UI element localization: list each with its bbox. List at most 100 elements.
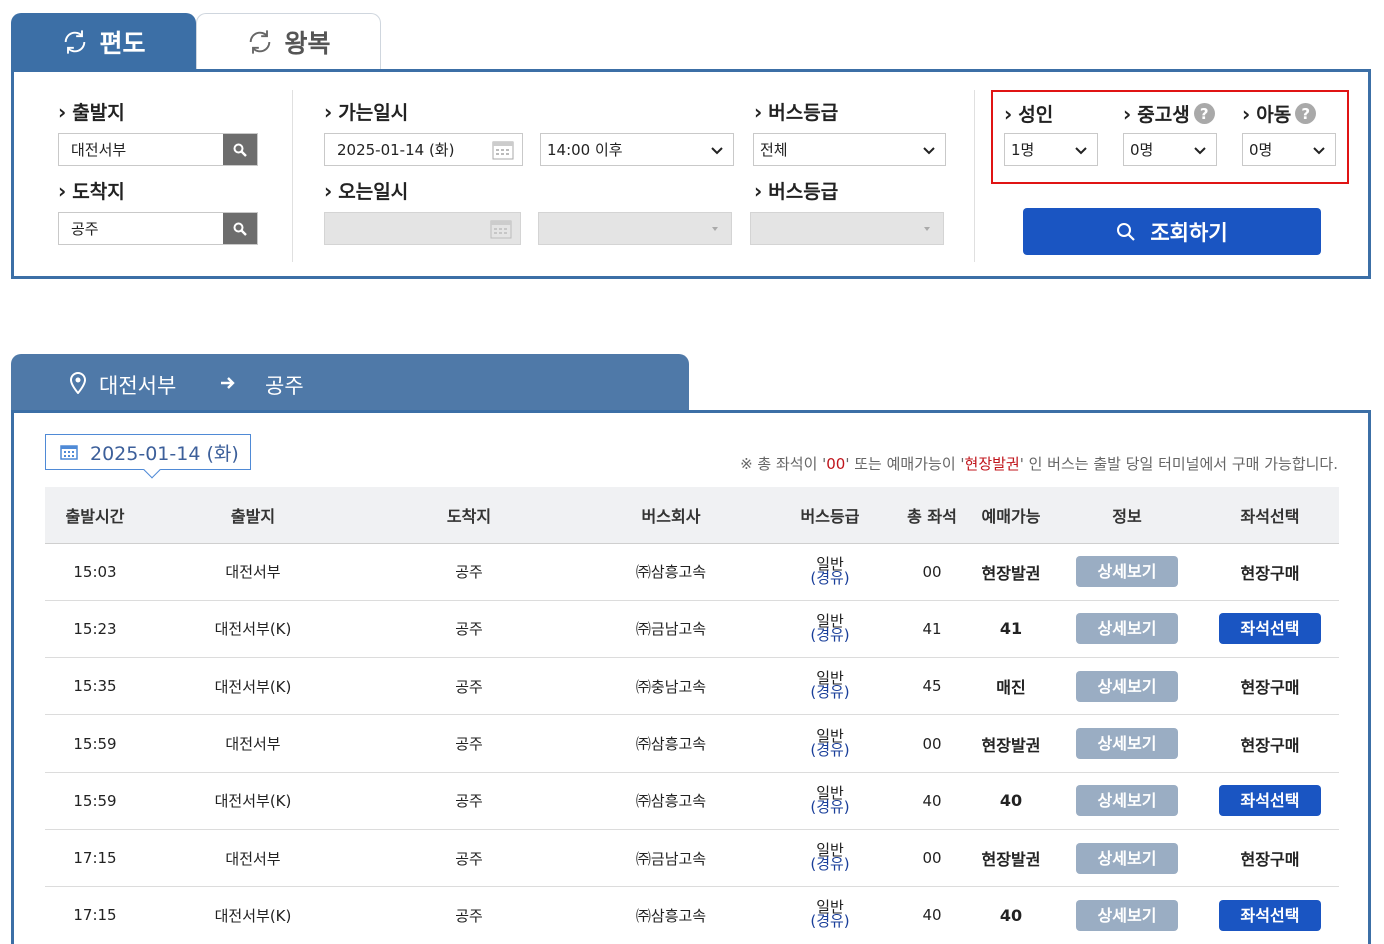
detail-button[interactable]: 상세보기 [1076, 613, 1178, 645]
adult-count-select[interactable]: 1명 [1004, 133, 1098, 166]
return-time-select[interactable] [538, 212, 732, 245]
arrival-terminal: 공주 [455, 735, 483, 754]
available-seats: 현장발권 [981, 735, 1041, 755]
bus-grade: 일반 (경유) [765, 829, 895, 886]
departure-search-button[interactable] [223, 134, 257, 165]
chevron-right-icon: › [1123, 101, 1132, 126]
go-date-input[interactable]: 2025-01-14 (화) [324, 133, 523, 166]
arrival-terminal: 공주 [455, 792, 483, 811]
table-row: 17:15 대전서부(K) 공주 ㈜삼흥고속 일반 (경유) 40 40 상세보기 좌석선택 [45, 887, 1339, 944]
tab-roundtrip[interactable]: 왕복 [196, 13, 381, 69]
seat-select-button[interactable]: 좌석선택 [1219, 613, 1321, 645]
help-icon[interactable]: ? [1295, 103, 1317, 124]
table-row: 15:23 대전서부(K) 공주 ㈜금남고속 일반 (경유) 41 41 상세보기 좌석선택 [45, 600, 1339, 658]
col-seat-select: 좌석선택 [1240, 506, 1300, 526]
seat-select-button[interactable]: 좌석선택 [1219, 785, 1321, 817]
chevron-right-icon: › [58, 178, 67, 203]
table-header-row: 출발시간 출발지 도착지 버스회사 버스등급 총 좌석 예매가능 정보 좌석선택 [45, 487, 1339, 543]
detail-button[interactable]: 상세보기 [1076, 842, 1178, 874]
route-departure: 대전서부 [99, 374, 177, 398]
col-departure-time: 출발시간 [65, 506, 125, 526]
col-company: 버스회사 [641, 506, 701, 526]
tab-oneway-label: 편도 [99, 29, 146, 58]
detail-button[interactable]: 상세보기 [1076, 899, 1178, 931]
arrival-input[interactable]: 공주 [58, 212, 258, 245]
detail-button[interactable]: 상세보기 [1076, 728, 1178, 760]
go-time-select[interactable]: 14:00 이후 [540, 133, 734, 166]
bus-grade-via: (경유) [810, 625, 850, 644]
departure-terminal: 대전서부(K) [214, 906, 292, 925]
return-date-label: › 오는일시 [324, 178, 409, 204]
results-panel: 2025-01-14 (화) ※ 총 좌석이 '00' 또는 예매가능이 '현장… [11, 410, 1371, 944]
bus-grade: 일반 (경유) [765, 658, 895, 715]
seat-select-cell: 좌석선택 [1201, 887, 1339, 944]
chevron-down-icon [1075, 147, 1087, 155]
chevron-right-icon: › [1004, 101, 1013, 126]
arrow-right-icon [221, 377, 235, 389]
query-button[interactable]: 조회하기 [1023, 208, 1321, 255]
bus-grade-label: › 버스등급 [754, 99, 839, 125]
arrival-search-button[interactable] [223, 213, 257, 244]
student-count-select[interactable]: 0명 [1123, 133, 1217, 166]
info-cell: 상세보기 [1053, 829, 1201, 886]
departure-time: 15:59 [73, 791, 117, 810]
search-icon [1117, 222, 1136, 241]
arrival-terminal: 공주 [455, 906, 483, 925]
total-seats: 45 [922, 677, 942, 696]
child-count-select[interactable]: 0명 [1242, 133, 1336, 166]
bus-grade-via: (경유) [810, 740, 850, 759]
chevron-right-icon: › [324, 178, 333, 203]
available-seats: 매진 [996, 678, 1026, 698]
detail-button[interactable]: 상세보기 [1076, 785, 1178, 817]
route-arrival: 공주 [265, 374, 304, 398]
info-cell: 상세보기 [1053, 772, 1201, 829]
location-pin-icon [69, 372, 87, 394]
return-bus-grade-select[interactable] [750, 212, 944, 245]
col-arrival: 도착지 [446, 506, 492, 526]
bus-company: ㈜충남고속 [635, 677, 707, 696]
departure-terminal: 대전서부 [225, 849, 281, 868]
detail-button[interactable]: 상세보기 [1076, 556, 1178, 588]
chevron-right-icon: › [1242, 101, 1251, 126]
total-seats: 00 [922, 849, 942, 868]
arrival-terminal: 공주 [455, 677, 483, 696]
table-row: 15:35 대전서부(K) 공주 ㈜충남고속 일반 (경유) 45 매진 상세보기 현장구매 [45, 658, 1339, 715]
search-panel: › 출발지 대전서부 › 도착지 공주 › 가는일시 2025-01-14 (화) 1… [11, 69, 1371, 279]
arrival-label: › 도착지 [58, 178, 125, 204]
tab-oneway[interactable]: 편도 [11, 13, 196, 71]
search-icon [233, 222, 247, 236]
child-label: › 아동? [1242, 100, 1317, 127]
return-bus-grade-label: › 버스등급 [754, 178, 839, 204]
detail-button[interactable]: 상세보기 [1076, 670, 1178, 702]
bus-grade: 일반 (경유) [765, 772, 895, 829]
departure-terminal: 대전서부 [225, 563, 281, 582]
bus-grade-via: (경유) [810, 855, 850, 874]
total-seats: 00 [922, 734, 942, 753]
seat-select-cell: 현장구매 [1201, 715, 1339, 772]
calendar-icon[interactable] [492, 140, 514, 160]
refresh-icon [65, 30, 86, 54]
departure-terminal: 대전서부(K) [214, 620, 292, 639]
onsite-purchase-text: 현장구매 [1240, 563, 1300, 583]
departure-input[interactable]: 대전서부 [58, 133, 258, 166]
seat-select-cell: 현장구매 [1201, 543, 1339, 600]
available-seats: 40 [999, 905, 1023, 925]
total-seats: 40 [922, 906, 942, 925]
seat-select-button[interactable]: 좌석선택 [1219, 899, 1321, 931]
total-seats: 41 [922, 619, 942, 638]
departure-terminal: 대전서부 [225, 735, 281, 754]
bus-company: ㈜금남고속 [635, 849, 707, 868]
total-seats: 40 [922, 791, 942, 810]
bus-grade-via: (경유) [810, 683, 850, 702]
info-cell: 상세보기 [1053, 658, 1201, 715]
arrival-terminal: 공주 [455, 620, 483, 639]
return-date-input[interactable] [324, 212, 521, 245]
go-date-label: › 가는일시 [324, 99, 409, 125]
departure-label: › 출발지 [58, 99, 125, 125]
help-icon[interactable]: ? [1193, 103, 1215, 124]
bus-grade-select[interactable]: 전체 [753, 133, 946, 166]
schedule-table: 출발시간 출발지 도착지 버스회사 버스등급 총 좌석 예매가능 정보 좌석선택… [45, 487, 1339, 944]
col-available: 예매가능 [981, 506, 1041, 526]
available-seats: 41 [999, 619, 1023, 639]
onsite-purchase-text: 현장구매 [1240, 678, 1300, 698]
